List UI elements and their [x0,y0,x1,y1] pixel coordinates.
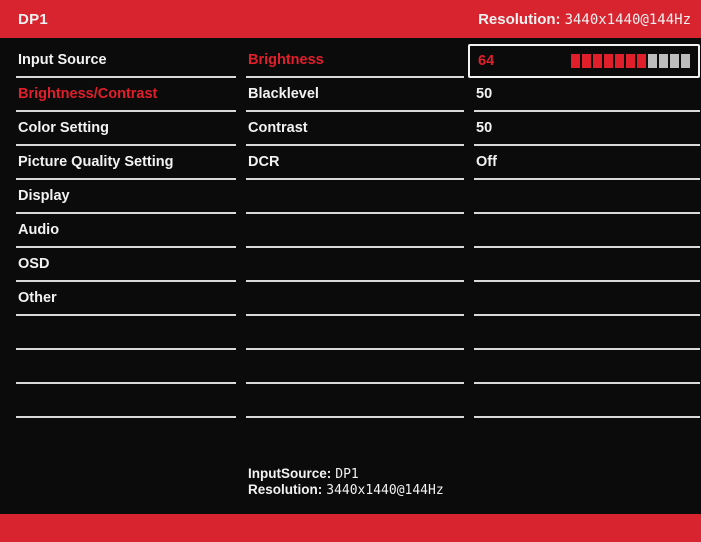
empty-row [474,384,700,418]
header-resolution-value: 3440x1440@144Hz [564,11,691,28]
brightness-segment [604,54,613,68]
brightness-segment [637,54,646,68]
empty-row [16,350,236,384]
menu-item-label: Input Source [18,52,107,68]
footer-input-value: DP1 [335,467,359,482]
menu-item-label: OSD [18,256,50,272]
submenu-item-label: Brightness [248,52,324,68]
brightness-segment [582,54,591,68]
menu-item-label: Audio [18,222,60,238]
menu-item-brightness-contrast[interactable]: Brightness/Contrast [16,78,236,112]
osd-footer-bar [0,514,701,542]
submenu-item-dcr[interactable]: DCR [246,146,464,180]
header-resolution-label: Resolution: [478,10,561,28]
value-column: 64 50 50 Off [468,44,700,480]
brightness-segment [670,54,679,68]
menu-item-input-source[interactable]: Input Source [16,44,236,78]
contrast-value[interactable]: 50 [474,112,700,146]
footer-info: InputSource: DP1 Resolution: 3440x1440@144… [248,466,444,498]
menu-item-label: Other [18,290,57,306]
brightness-segment [659,54,668,68]
empty-row [246,384,464,418]
footer-input-line: InputSource: DP1 [248,466,444,482]
value-text: 50 [476,86,493,102]
value-text: Off [476,154,497,170]
brightness-level-bar[interactable] [571,54,690,68]
dcr-value[interactable]: Off [474,146,700,180]
menu-item-label: Display [18,188,70,204]
submenu-item-label: Contrast [248,120,308,136]
empty-row [474,282,700,316]
submenu: Brightness Blacklevel Contrast DCR [246,44,464,480]
main-menu: Input Source Brightness/Contrast Color S… [16,44,236,480]
empty-row [474,316,700,350]
menu-item-label: Brightness/Contrast [18,86,158,102]
submenu-item-label: Blacklevel [248,86,319,102]
menu-item-display[interactable]: Display [16,180,236,214]
menu-item-osd[interactable]: OSD [16,248,236,282]
header-resolution: Resolution: 3440x1440@144Hz [478,11,691,28]
empty-row [474,180,700,214]
empty-row [246,214,464,248]
blacklevel-value[interactable]: 50 [474,78,700,112]
footer-resolution-line: Resolution: 3440x1440@144Hz [248,482,444,498]
brightness-segment [571,54,580,68]
brightness-segment [681,54,690,68]
submenu-item-blacklevel[interactable]: Blacklevel [246,78,464,112]
menu-item-other[interactable]: Other [16,282,236,316]
menu-item-label: Color Setting [18,120,110,136]
brightness-segment [626,54,635,68]
value-text: 50 [476,120,493,136]
empty-row [474,350,700,384]
empty-row [16,316,236,350]
menu-item-picture-quality[interactable]: Picture Quality Setting [16,146,236,180]
empty-row [474,214,700,248]
footer-input-label: InputSource: [248,466,332,481]
menu-item-label: Picture Quality Setting [18,154,174,170]
footer-resolution-label: Resolution: [248,482,323,497]
empty-row [246,282,464,316]
brightness-segment [593,54,602,68]
empty-row [474,248,700,282]
empty-row [246,316,464,350]
empty-row [246,180,464,214]
menu-item-audio[interactable]: Audio [16,214,236,248]
menu-item-color-setting[interactable]: Color Setting [16,112,236,146]
empty-row [246,248,464,282]
empty-row [246,350,464,384]
brightness-segment [648,54,657,68]
brightness-value: 64 [478,53,495,69]
footer-resolution-value: 3440x1440@144Hz [326,483,444,498]
submenu-item-brightness[interactable]: Brightness [246,44,464,78]
brightness-value-slider[interactable]: 64 [468,44,700,78]
submenu-item-label: DCR [248,154,280,170]
submenu-item-contrast[interactable]: Contrast [246,112,464,146]
brightness-segment [615,54,624,68]
current-input-label: DP1 [18,10,49,28]
osd-header: DP1 Resolution: 3440x1440@144Hz [0,0,701,38]
empty-row [16,384,236,418]
